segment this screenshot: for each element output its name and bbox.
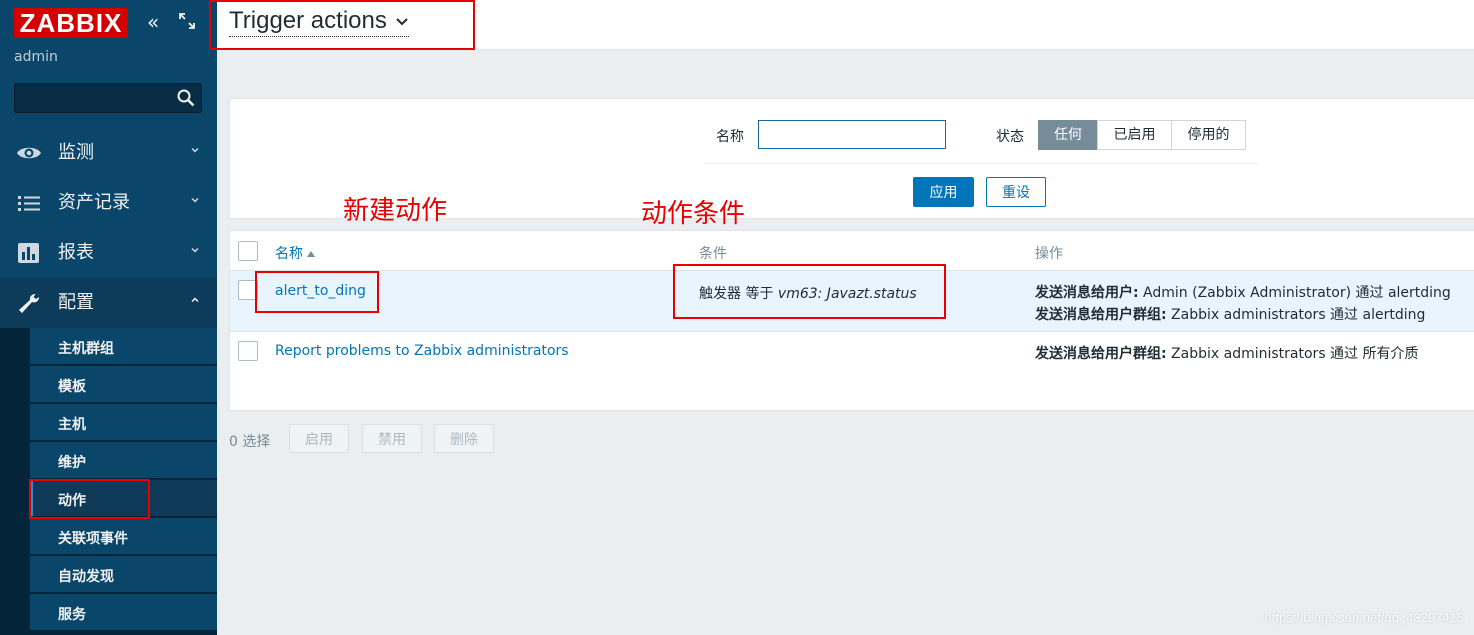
submenu-label: 服务 bbox=[58, 607, 86, 623]
operation-text: Zabbix administrators 通过 所有介质 bbox=[1166, 346, 1419, 362]
chevron-down-icon bbox=[191, 147, 199, 153]
list-icon bbox=[18, 196, 40, 211]
submenu-templates[interactable]: 模板 bbox=[30, 366, 217, 403]
submenu-label: 维护 bbox=[58, 455, 86, 471]
menu-reports[interactable]: 报表 bbox=[0, 228, 217, 278]
status-disabled-option[interactable]: 停用的 bbox=[1171, 120, 1246, 150]
condition-prefix: 触发器 等于 bbox=[699, 286, 778, 302]
reset-button[interactable]: 重设 bbox=[986, 177, 1046, 207]
action-condition: 触发器 等于 vm63: Javazt.status bbox=[699, 283, 917, 303]
submenu-services[interactable]: 服务 bbox=[30, 594, 217, 631]
name-filter-input[interactable] bbox=[758, 120, 946, 149]
menu-configuration[interactable]: 配置 bbox=[0, 278, 217, 328]
page-title-dropdown[interactable]: Trigger actions bbox=[229, 7, 409, 37]
annotation-new-action: 新建动作 bbox=[343, 196, 448, 226]
operation-line: 发送消息给用户: Admin (Zabbix Administrator) 通过… bbox=[1035, 282, 1451, 302]
search-icon[interactable] bbox=[177, 89, 195, 107]
chevron-down-icon bbox=[191, 197, 199, 203]
page-title: Trigger actions bbox=[229, 7, 387, 34]
submenu-actions[interactable]: 动作 bbox=[30, 480, 217, 517]
column-header-conditions: 条件 bbox=[699, 246, 727, 262]
filter-divider bbox=[704, 163, 1258, 164]
user-name: admin bbox=[14, 49, 58, 65]
name-filter-label: 名称 bbox=[716, 129, 744, 145]
row-checkbox[interactable] bbox=[238, 280, 258, 300]
bar-chart-icon bbox=[18, 243, 39, 263]
selected-count: 0 选择 bbox=[229, 434, 271, 450]
select-all-checkbox[interactable] bbox=[238, 241, 258, 261]
row-checkbox[interactable] bbox=[238, 341, 258, 361]
chevron-down-icon bbox=[396, 17, 408, 26]
table-row: Report problems to Zabbix administrators… bbox=[230, 331, 1474, 370]
enable-button[interactable]: 启用 bbox=[289, 424, 349, 453]
action-name-link[interactable]: alert_to_ding bbox=[275, 283, 366, 299]
submenu-label: 模板 bbox=[58, 379, 86, 395]
column-header-operations: 操作 bbox=[1035, 246, 1063, 262]
delete-button[interactable]: 删除 bbox=[434, 424, 494, 453]
submenu-label: 自动发现 bbox=[58, 569, 114, 585]
condition-value: vm63: Javazt.status bbox=[777, 286, 917, 302]
operation-line: 发送消息给用户群组: Zabbix administrators 通过 aler… bbox=[1035, 304, 1425, 324]
zabbix-logo[interactable]: ZABBIX bbox=[14, 8, 128, 38]
collapse-sidebar-icon[interactable]: « bbox=[147, 12, 159, 32]
submenu-label: 动作 bbox=[58, 493, 86, 509]
fullscreen-icon[interactable] bbox=[178, 12, 196, 30]
submenu-hosts[interactable]: 主机 bbox=[30, 404, 217, 441]
menu-label: 资产记录 bbox=[58, 192, 130, 213]
submenu-host-groups[interactable]: 主机群组 bbox=[30, 328, 217, 365]
watermark: https://blog.csdn.net/qq_43297415 bbox=[1264, 610, 1465, 625]
menu-label: 报表 bbox=[58, 242, 94, 263]
menu-monitoring[interactable]: 监测 bbox=[0, 128, 217, 178]
menu-label: 配置 bbox=[58, 292, 94, 313]
sidebar-search-input[interactable] bbox=[21, 88, 171, 108]
submenu-discovery[interactable]: 自动发现 bbox=[30, 556, 217, 593]
operation-label: 发送消息给用户群组: bbox=[1035, 346, 1167, 362]
submenu-maintenance[interactable]: 维护 bbox=[30, 442, 217, 479]
annotation-action-condition: 动作条件 bbox=[641, 199, 746, 229]
submenu-event-correlation[interactable]: 关联项事件 bbox=[30, 518, 217, 555]
action-name-link[interactable]: Report problems to Zabbix administrators bbox=[275, 343, 569, 359]
submenu-label: 关联项事件 bbox=[58, 531, 128, 547]
eye-icon bbox=[17, 147, 41, 159]
disable-button[interactable]: 禁用 bbox=[362, 424, 422, 453]
status-filter-label: 状态 bbox=[996, 129, 1024, 145]
chevron-up-icon bbox=[191, 297, 199, 303]
table-row: alert_to_ding 触发器 等于 vm63: Javazt.status… bbox=[230, 270, 1474, 331]
submenu-label: 主机 bbox=[58, 417, 86, 433]
operation-line: 发送消息给用户群组: Zabbix administrators 通过 所有介质 bbox=[1035, 343, 1419, 363]
operation-text: Zabbix administrators 通过 alertding bbox=[1166, 307, 1426, 323]
menu-inventory[interactable]: 资产记录 bbox=[0, 178, 217, 228]
status-any-option[interactable]: 任何 bbox=[1038, 120, 1098, 150]
submenu-label: 主机群组 bbox=[58, 341, 114, 357]
operation-label: 发送消息给用户群组: bbox=[1035, 307, 1167, 323]
column-header-name[interactable]: 名称 bbox=[275, 243, 316, 263]
status-enabled-option[interactable]: 已启用 bbox=[1097, 120, 1172, 150]
sidebar: ZABBIX « admin 监测 资产记录 报表 配置 主机群组 模板 主机 … bbox=[0, 0, 217, 635]
chevron-down-icon bbox=[191, 247, 199, 253]
page-header: Trigger actions bbox=[217, 0, 1474, 50]
actions-table: 名称 条件 操作 alert_to_ding 触发器 等于 vm63: Java… bbox=[229, 230, 1474, 411]
sidebar-search bbox=[14, 83, 202, 113]
configuration-submenu: 主机群组 模板 主机 维护 动作 关联项事件 自动发现 服务 bbox=[0, 328, 217, 635]
wrench-icon bbox=[19, 293, 40, 313]
operation-text: Admin (Zabbix Administrator) 通过 alertdin… bbox=[1138, 285, 1451, 301]
operation-label: 发送消息给用户: bbox=[1035, 285, 1139, 301]
menu-label: 监测 bbox=[58, 142, 94, 163]
column-header-label: 名称 bbox=[275, 246, 303, 262]
apply-button[interactable]: 应用 bbox=[913, 177, 974, 207]
sort-ascending-icon bbox=[307, 251, 315, 257]
